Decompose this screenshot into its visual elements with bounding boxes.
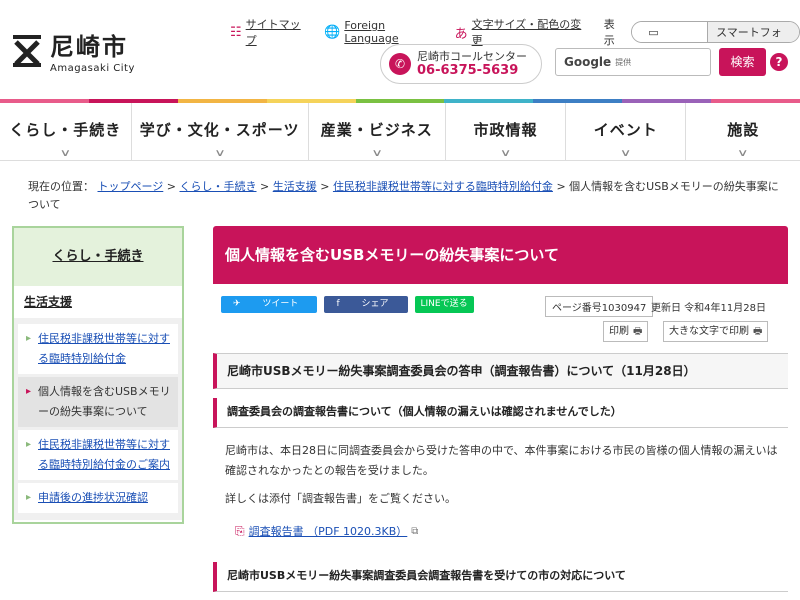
sidebar-item: 申請後の進捗状況確認 xyxy=(18,483,178,513)
subsection-heading: 尼崎市USBメモリー紛失事案調査委員会調査報告書を受けての市の対応について xyxy=(213,562,788,592)
body-paragraph: 尼崎市は、本日28日に同調査委員会から受けた答申の中で、本件事案における市民の皆… xyxy=(225,444,778,477)
facebook-icon: f xyxy=(336,299,340,309)
call-center[interactable]: ✆ 尼崎市コールセンター 06-6375-5639 xyxy=(380,44,542,84)
breadcrumb-link[interactable]: トップページ xyxy=(98,180,164,193)
breadcrumb-sep: > xyxy=(320,180,330,193)
nav-label: 産業・ビジネス xyxy=(320,121,433,139)
sidebar-item-link[interactable]: 申請後の進捗状況確認 xyxy=(38,491,148,504)
sitemap-icon: ☷ xyxy=(230,24,242,40)
logo-subtitle: Amagasaki City xyxy=(50,63,135,74)
sidebar-heading: くらし・手続き xyxy=(14,228,182,286)
foreign-link-wrap: 🌐 Foreign Language xyxy=(324,19,440,45)
display-pc-button[interactable]: ▭ PC xyxy=(632,22,709,42)
nav-label: イベント xyxy=(593,121,658,139)
pdf-link[interactable]: 調査報告書 （PDF 1020.3KB） xyxy=(249,523,408,539)
breadcrumb-sep: > xyxy=(556,180,566,193)
call-center-label: 尼崎市コールセンター xyxy=(417,50,527,63)
call-center-number: 06-6375-5639 xyxy=(417,63,519,78)
sitemap-link-wrap: ☷ サイトマップ xyxy=(230,16,310,48)
breadcrumb-sep: > xyxy=(260,180,270,193)
pdf-attachment: ⎘ 調査報告書 （PDF 1020.3KB） ⧉ xyxy=(235,523,418,539)
sidebar-heading-link[interactable]: くらし・手続き xyxy=(52,249,143,264)
sidebar-item-link[interactable]: 住民税非課税世帯等に対する臨時特別給付金 xyxy=(38,332,170,365)
pdf-icon: ⎘ xyxy=(235,523,245,538)
breadcrumb: 現在の位置： トップページ > くらし・手続き > 生活支援 > 住民税非課税世… xyxy=(28,178,780,214)
breadcrumb-prefix: 現在の位置： xyxy=(28,180,94,193)
globe-icon: 🌐 xyxy=(324,24,341,40)
display-pc-label: PC xyxy=(640,38,670,42)
breadcrumb-link[interactable]: くらし・手続き xyxy=(180,180,257,193)
display-label: 表示 xyxy=(603,18,615,47)
sidebar-item: 住民税非課税世帯等に対する臨時特別給付金 xyxy=(18,324,178,374)
sidebar: くらし・手続き 生活支援 住民税非課税世帯等に対する臨時特別給付金 個人情報を含… xyxy=(12,226,184,524)
nav-label: 市政情報 xyxy=(473,121,538,139)
sidebar-subheading: 生活支援 xyxy=(14,286,182,318)
sidebar-item-label: 個人情報を含むUSBメモリーの紛失事案について xyxy=(38,385,171,418)
global-nav: くらし・手続き ∨ 学び・文化・スポーツ ∨ 産業・ビジネス ∨ 市政情報 ∨ … xyxy=(0,103,800,161)
facebook-share-label: シェア xyxy=(361,299,389,309)
nav-label: 学び・文化・スポーツ xyxy=(139,121,300,139)
bird-icon: ✈ xyxy=(233,299,241,309)
help-icon[interactable]: ? xyxy=(770,53,788,71)
search-input[interactable]: Google 提供 xyxy=(555,48,711,76)
sidebar-item-current: 個人情報を含むUSBメモリーの紛失事案について xyxy=(18,377,178,427)
foreign-language-link[interactable]: Foreign Language xyxy=(344,19,440,45)
nav-label: くらし・手続き xyxy=(9,121,122,139)
sidebar-item: 住民税非課税世帯等に対する臨時特別給付金のご案内 xyxy=(18,430,178,480)
tweet-button[interactable]: ✈ ツイート xyxy=(221,296,318,313)
printer-icon: 🖶 xyxy=(753,326,763,337)
print-large-label: 大きな文字で印刷 xyxy=(669,326,749,337)
sitemap-link[interactable]: サイトマップ xyxy=(246,16,310,48)
logo-title: 尼崎市 xyxy=(50,33,128,61)
line-share-button[interactable]: LINEで送る xyxy=(414,296,474,313)
tweet-label: ツイート xyxy=(262,299,299,309)
section-heading: 尼崎市USBメモリー紛失事案調査委員会の答申（調査報告書）について（11月28日… xyxy=(213,353,788,389)
search-button[interactable]: 検索 xyxy=(719,48,766,76)
search-provided-label: 提供 xyxy=(615,57,632,67)
share-buttons: ✈ ツイート f シェア LINEで送る xyxy=(221,296,481,313)
print-label: 印刷 xyxy=(609,326,629,337)
site-logo[interactable]: 尼崎市 Amagasaki City xyxy=(12,34,135,74)
text-size-icon: あ xyxy=(454,26,468,42)
page-title: 個人情報を含むUSBメモリーの紛失事案について xyxy=(213,226,788,284)
display-smartphone-button[interactable]: スマートフォン xyxy=(708,22,800,42)
breadcrumb-sep: > xyxy=(166,180,176,193)
main-content: 個人情報を含むUSBメモリーの紛失事案について ✈ ツイート f シェア LIN… xyxy=(213,226,788,592)
city-emblem-icon xyxy=(12,34,42,68)
printer-icon: 🖶 xyxy=(633,326,643,337)
display-switch: ▭ PC スマートフォン xyxy=(631,21,800,43)
sidebar-item-link[interactable]: 住民税非課税世帯等に対する臨時特別給付金のご案内 xyxy=(38,438,170,471)
breadcrumb-link[interactable]: 住民税非課税世帯等に対する臨時特別給付金 xyxy=(333,180,553,193)
body-paragraph: 詳しくは添付「調査報告書」をご覧ください。 xyxy=(225,492,456,505)
subsection-heading: 調査委員会の調査報告書について（個人情報の漏えいは確認されませんでした） xyxy=(213,398,788,428)
nav-label: 施設 xyxy=(727,121,760,139)
nav-item-shisetsu[interactable]: 施設 ∨ xyxy=(686,103,800,160)
new-window-icon: ⧉ xyxy=(411,525,419,537)
print-large-button[interactable]: 大きな文字で印刷 🖶 xyxy=(663,321,769,342)
site-header: 尼崎市 Amagasaki City ☷ サイトマップ 🌐 Foreign La… xyxy=(0,0,800,100)
print-button[interactable]: 印刷 🖶 xyxy=(603,321,649,342)
sidebar-subheading-link[interactable]: 生活支援 xyxy=(24,295,72,309)
sidebar-list: 住民税非課税世帯等に対する臨時特別給付金 個人情報を含むUSBメモリーの紛失事案… xyxy=(14,318,182,520)
chevron-down-icon: ∨ xyxy=(737,148,750,159)
facebook-share-button[interactable]: f シェア xyxy=(324,296,408,313)
phone-icon: ✆ xyxy=(389,53,411,75)
search-google-label: Google xyxy=(564,55,612,69)
updated-date: 更新日 令和4年11月28日 xyxy=(651,303,766,314)
page-number: ページ番号1030947 xyxy=(545,296,654,317)
breadcrumb-link[interactable]: 生活支援 xyxy=(273,180,317,193)
